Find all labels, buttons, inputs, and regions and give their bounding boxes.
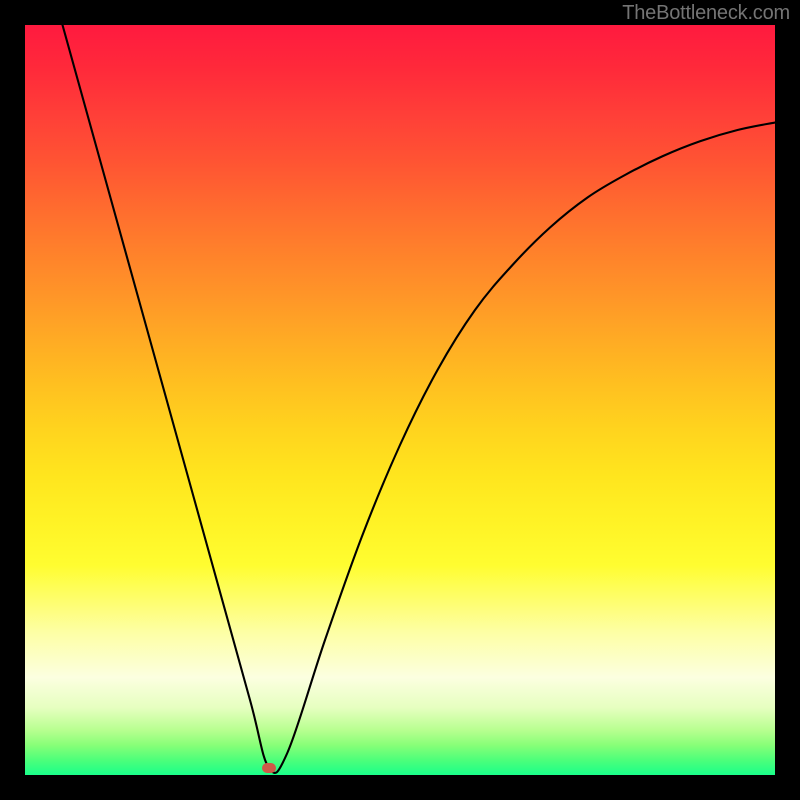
curve-layer bbox=[25, 25, 775, 775]
minimum-marker bbox=[262, 763, 276, 773]
bottleneck-curve bbox=[63, 25, 776, 773]
plot-area bbox=[25, 25, 775, 775]
chart-frame: TheBottleneck.com bbox=[0, 0, 800, 800]
attribution-label: TheBottleneck.com bbox=[622, 2, 790, 25]
